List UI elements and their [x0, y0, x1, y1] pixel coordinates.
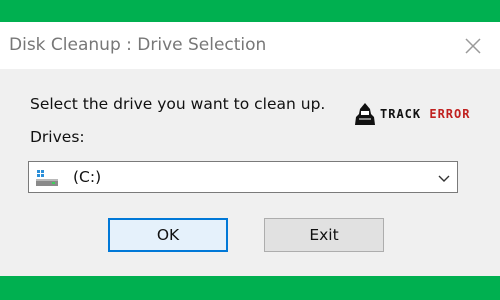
dialog-body: Select the drive you want to clean up. T…: [0, 69, 500, 276]
watermark-logo: TRACK ERROR: [352, 101, 470, 127]
drive-select[interactable]: (C:): [28, 161, 458, 193]
window-title: Disk Cleanup : Drive Selection: [9, 35, 267, 55]
hacker-logo-icon: [355, 103, 375, 125]
prompt-text: Select the drive you want to clean up.: [30, 95, 326, 113]
exit-button[interactable]: Exit: [264, 218, 384, 252]
chevron-down-icon: [438, 175, 450, 182]
title-bar: Disk Cleanup : Drive Selection: [0, 22, 500, 69]
close-icon: [465, 38, 481, 54]
watermark-text: TRACK ERROR: [380, 107, 470, 121]
hard-drive-icon: [36, 170, 58, 186]
watermark-text-track: TRACK: [380, 107, 422, 121]
watermark-text-error: ERROR: [429, 107, 471, 121]
disk-cleanup-dialog: Disk Cleanup : Drive Selection Select th…: [0, 22, 500, 276]
ok-button[interactable]: OK: [108, 218, 228, 252]
close-button[interactable]: [455, 28, 491, 64]
selected-drive: (C:): [73, 168, 102, 186]
drives-label: Drives:: [30, 128, 85, 146]
